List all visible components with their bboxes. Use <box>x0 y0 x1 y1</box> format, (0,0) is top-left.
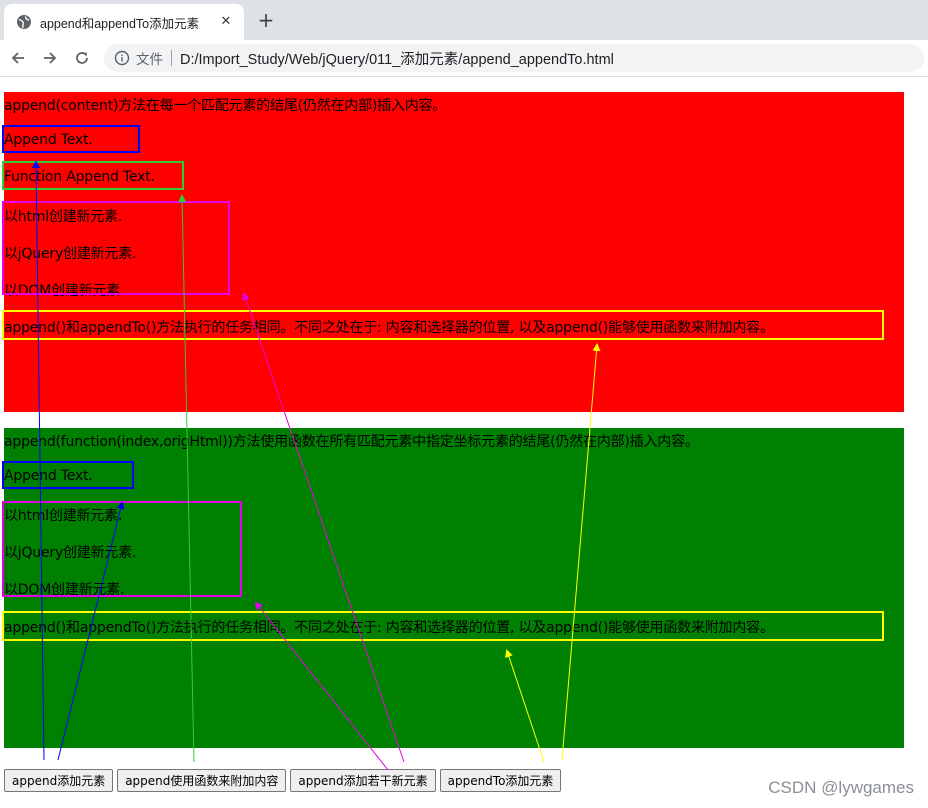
page-content: append(content)方法在每一个匹配元素的结尾(仍然在内部)插入内容。… <box>0 77 928 808</box>
magenta-highlight-box <box>2 201 230 295</box>
button-row: append添加元素 append使用函数来附加内容 append添加若干新元素… <box>4 769 562 792</box>
address-separator <box>171 50 172 66</box>
blue-highlight-box <box>2 125 140 153</box>
red-container: append(content)方法在每一个匹配元素的结尾(仍然在内部)插入内容。… <box>2 92 904 412</box>
magenta-highlight-box <box>2 501 242 597</box>
appendto-add-element-button[interactable]: appendTo添加元素 <box>439 769 562 792</box>
close-tab-icon[interactable]: ✕ <box>218 14 234 30</box>
green-container: append(function(index,origHtml))方法使用函数在所… <box>2 428 904 748</box>
browser-toolbar: 文件 D:/Import_Study/Web/jQuery/011_添加元素/a… <box>0 40 928 77</box>
append-function-button[interactable]: append使用函数来附加内容 <box>117 769 287 792</box>
yellow-highlight-box <box>2 310 884 340</box>
arrow-right-icon <box>44 52 57 64</box>
back-button[interactable] <box>6 46 30 70</box>
browser-tab[interactable]: append和appendTo添加元素 ✕ <box>4 4 244 40</box>
red-description: append(content)方法在每一个匹配元素的结尾(仍然在内部)插入内容。 <box>4 98 447 114</box>
browser-tab-bar: append和appendTo添加元素 ✕ + <box>0 0 928 40</box>
watermark: CSDN @lywgames <box>768 778 914 797</box>
yellow-highlight-box <box>2 611 884 641</box>
address-scheme-label: 文件 <box>136 52 163 67</box>
forward-button[interactable] <box>38 46 62 70</box>
info-icon[interactable] <box>114 50 130 66</box>
append-multiple-elements-button[interactable]: append添加若干新元素 <box>290 769 436 792</box>
green-highlight-box <box>2 161 184 190</box>
new-tab-button[interactable]: + <box>254 8 278 32</box>
append-add-element-button[interactable]: append添加元素 <box>4 769 114 792</box>
reload-button[interactable] <box>70 46 94 70</box>
globe-icon <box>16 14 32 30</box>
address-url: D:/Import_Study/Web/jQuery/011_添加元素/appe… <box>180 51 614 68</box>
tab-title: append和appendTo添加元素 <box>40 16 200 31</box>
reload-icon <box>76 52 88 64</box>
address-bar[interactable]: 文件 D:/Import_Study/Web/jQuery/011_添加元素/a… <box>104 44 924 72</box>
blue-highlight-box <box>2 461 134 489</box>
green-description: append(function(index,origHtml))方法使用函数在所… <box>4 434 699 450</box>
arrow-left-icon <box>11 52 24 64</box>
